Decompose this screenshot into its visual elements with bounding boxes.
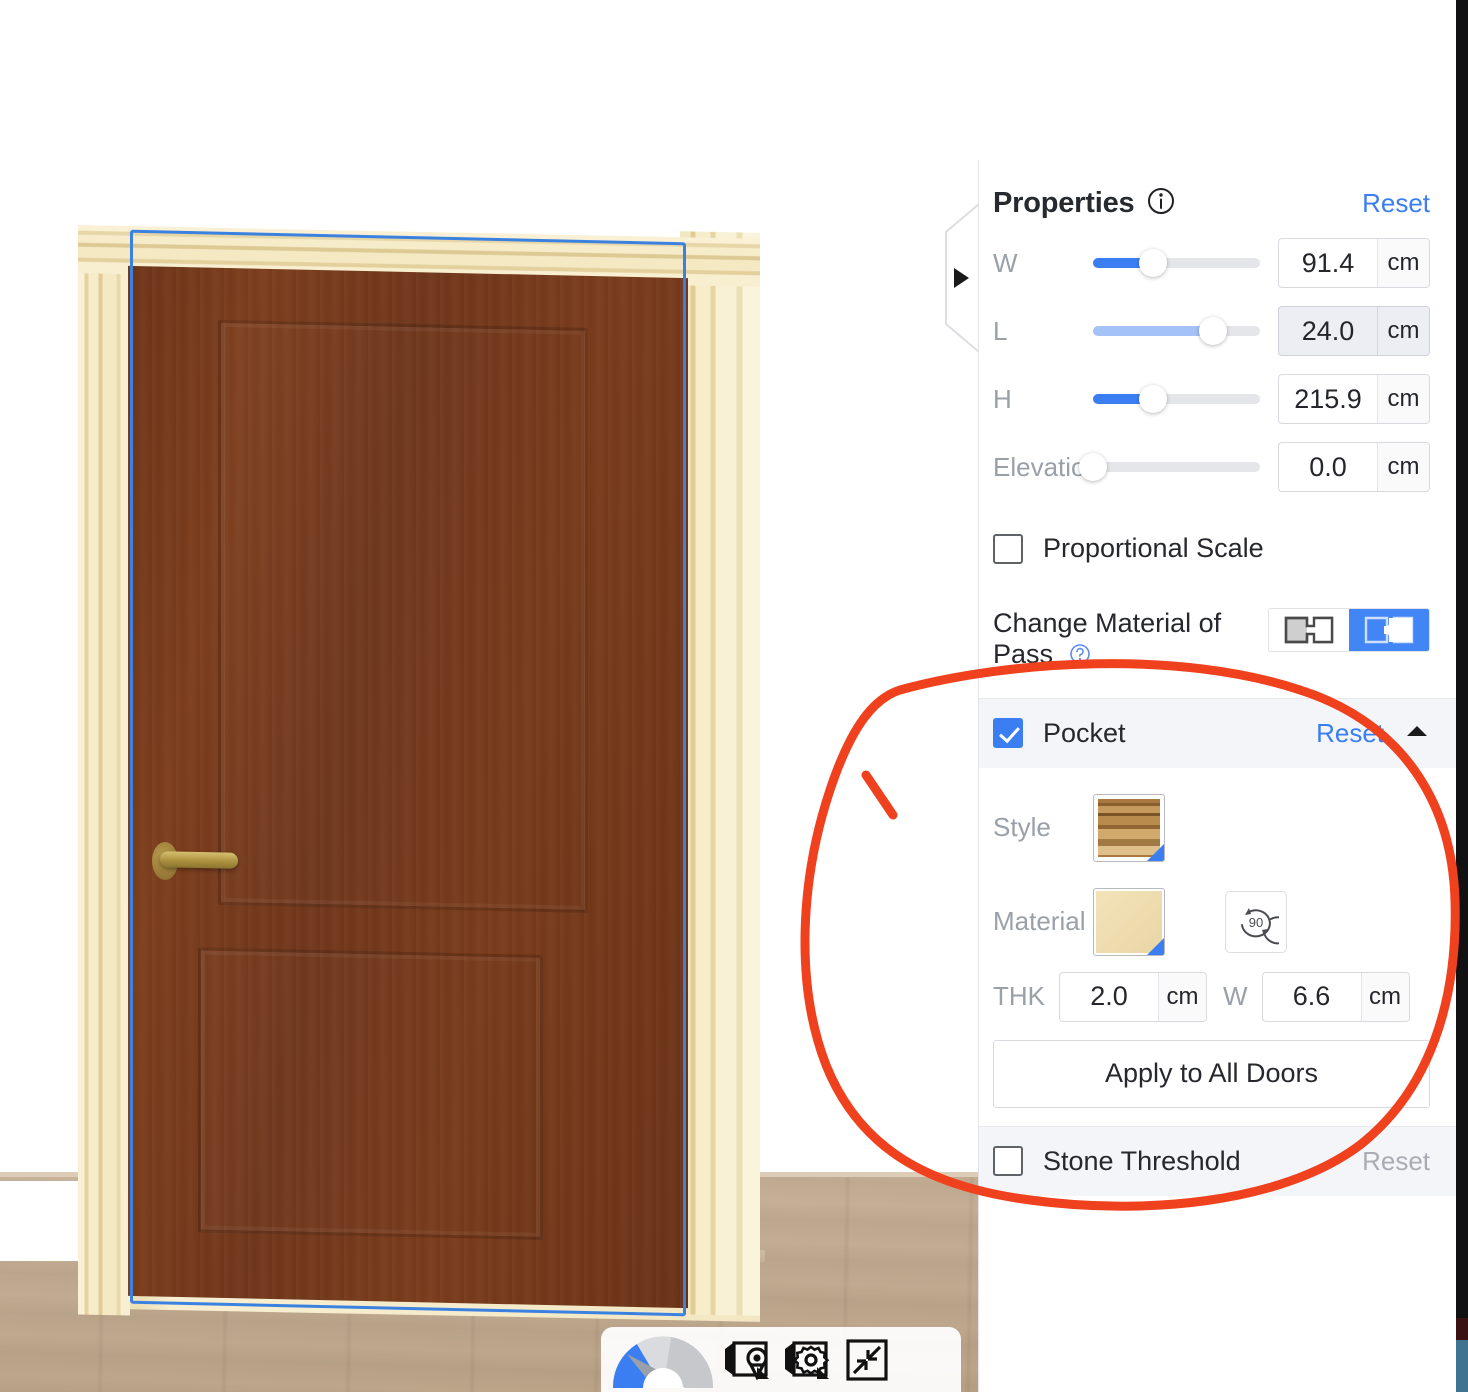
pocket-style-swatch[interactable] bbox=[1093, 793, 1165, 862]
door-panel-upper bbox=[218, 319, 588, 913]
change-material-label: Change Material of Pass bbox=[993, 608, 1268, 672]
pocket-w-label: W bbox=[1223, 981, 1248, 1012]
dimension-row-l: L 24.0 cm bbox=[979, 297, 1456, 365]
pocket-w-unit[interactable]: cm bbox=[1360, 972, 1409, 1021]
pocket-w-value[interactable]: 6.6 bbox=[1263, 973, 1361, 1021]
pocket-style-row: Style bbox=[979, 768, 1456, 872]
pocket-checkbox[interactable] bbox=[993, 718, 1023, 749]
camera-settings-icon[interactable] bbox=[777, 1332, 837, 1388]
dimension-value-h[interactable]: 215.9 bbox=[1279, 375, 1377, 423]
orbit-gauge-icon[interactable] bbox=[609, 1332, 717, 1392]
door-handle[interactable] bbox=[160, 851, 238, 869]
pocket-thk-label: THK bbox=[993, 981, 1045, 1012]
info-icon[interactable] bbox=[1146, 186, 1176, 221]
proportional-scale-checkbox[interactable] bbox=[993, 533, 1023, 564]
properties-header: Properties Reset bbox=[979, 160, 1456, 229]
dimension-slider-h[interactable] bbox=[1093, 385, 1260, 413]
pass-material-outside-button[interactable] bbox=[1349, 609, 1429, 651]
pocket-dimensions-row: THK 2.0 cm W 6.6 cm bbox=[979, 966, 1456, 1036]
dimension-unit-l[interactable]: cm bbox=[1377, 307, 1429, 355]
dimension-input-l[interactable]: 24.0 cm bbox=[1278, 306, 1430, 356]
material-expand-corner-icon[interactable] bbox=[1147, 937, 1164, 955]
pocket-material-swatch[interactable] bbox=[1093, 887, 1165, 956]
stone-threshold-section-header[interactable]: Stone Threshold Reset bbox=[979, 1125, 1456, 1196]
stone-threshold-checkbox[interactable] bbox=[993, 1146, 1023, 1177]
pocket-thk-input[interactable]: 2.0 cm bbox=[1059, 971, 1207, 1022]
stone-threshold-label: Stone Threshold bbox=[1043, 1145, 1241, 1176]
dimension-slider-elevation[interactable] bbox=[1079, 453, 1260, 481]
svg-text:90: 90 bbox=[1249, 915, 1263, 930]
door-frame-right-casing bbox=[680, 231, 760, 1316]
change-material-text: Change Material of Pass bbox=[993, 608, 1222, 670]
3d-viewport[interactable] bbox=[0, 0, 978, 1392]
apply-to-all-doors-button[interactable]: Apply to All Doors bbox=[993, 1039, 1430, 1108]
dimension-input-h[interactable]: 215.9 cm bbox=[1278, 374, 1430, 424]
proportional-scale-label: Proportional Scale bbox=[1043, 533, 1264, 563]
pocket-section-header[interactable]: Pocket Reset bbox=[979, 697, 1456, 768]
pocket-w-input[interactable]: 6.6 cm bbox=[1261, 971, 1410, 1022]
dimension-unit-w[interactable]: cm bbox=[1377, 239, 1429, 287]
change-material-toggle-group[interactable] bbox=[1268, 608, 1430, 652]
viewport-toolbar[interactable] bbox=[601, 1327, 961, 1392]
style-expand-corner-icon[interactable] bbox=[1147, 843, 1164, 861]
pocket-material-row: Material 90 bbox=[979, 872, 1456, 966]
dimension-unit-elevation[interactable]: cm bbox=[1377, 443, 1429, 491]
panel-collapse-handle[interactable] bbox=[936, 198, 980, 358]
properties-reset-link[interactable]: Reset bbox=[1362, 188, 1430, 219]
dimension-label-elevation: Elevation bbox=[993, 451, 1100, 482]
pocket-thk-value[interactable]: 2.0 bbox=[1060, 973, 1158, 1021]
change-material-row: Change Material of Pass bbox=[979, 592, 1456, 676]
pocket-material-label: Material bbox=[993, 906, 1086, 937]
question-mark-icon[interactable] bbox=[1069, 641, 1091, 672]
chevron-up-icon[interactable] bbox=[1404, 723, 1430, 744]
dimension-row-elevation: Elevation 0.0 cm bbox=[979, 433, 1456, 501]
door-panel-lower bbox=[198, 947, 543, 1240]
properties-panel: Properties Reset W 91.4 cm L 24.0 cm H 2… bbox=[978, 160, 1456, 1392]
dimension-row-w: W 91.4 cm bbox=[979, 229, 1456, 297]
fit-to-screen-icon[interactable] bbox=[837, 1332, 897, 1388]
proportional-scale-row[interactable]: Proportional Scale bbox=[979, 501, 1456, 592]
pocket-label: Pocket bbox=[1043, 717, 1126, 748]
pocket-thk-unit[interactable]: cm bbox=[1158, 972, 1206, 1021]
door-leaf[interactable] bbox=[128, 265, 688, 1309]
pocket-reset-link[interactable]: Reset bbox=[1316, 718, 1384, 749]
dimension-input-w[interactable]: 91.4 cm bbox=[1278, 238, 1430, 288]
dimension-unit-h[interactable]: cm bbox=[1377, 375, 1429, 423]
dimension-label-h: H bbox=[993, 383, 1012, 414]
page-title: Properties bbox=[993, 187, 1135, 219]
dimension-row-h: H 215.9 cm bbox=[979, 365, 1456, 433]
dimension-value-l[interactable]: 24.0 bbox=[1279, 307, 1377, 355]
pocket-style-label: Style bbox=[993, 812, 1051, 843]
door-frame-left-casing bbox=[78, 231, 130, 1316]
dimension-value-elevation[interactable]: 0.0 bbox=[1279, 443, 1377, 491]
dimension-input-elevation[interactable]: 0.0 cm bbox=[1278, 442, 1430, 492]
window-right-edge bbox=[1456, 0, 1468, 1392]
dimension-value-w[interactable]: 91.4 bbox=[1279, 239, 1377, 287]
camera-position-icon[interactable] bbox=[717, 1332, 777, 1388]
dimension-slider-l[interactable] bbox=[1093, 317, 1260, 345]
rotate-90-icon[interactable]: 90 bbox=[1225, 890, 1287, 953]
dimension-label-l: L bbox=[993, 315, 1008, 346]
dimension-slider-w[interactable] bbox=[1093, 249, 1260, 277]
pass-material-inside-button[interactable] bbox=[1269, 609, 1349, 651]
dimension-label-w: W bbox=[993, 247, 1018, 278]
stone-threshold-reset-link[interactable]: Reset bbox=[1362, 1146, 1430, 1177]
